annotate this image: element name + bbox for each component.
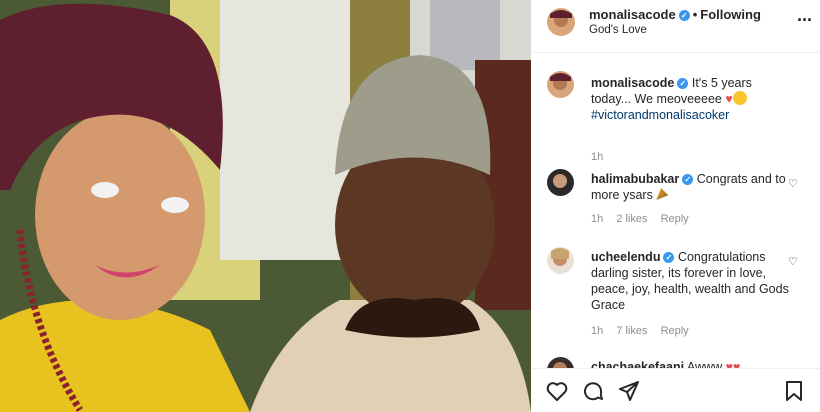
post-actions-bar — [531, 368, 820, 412]
avatar[interactable] — [547, 71, 574, 98]
caption: monalisacode ✓ It's 5 years today... We m… — [531, 71, 820, 163]
reply-button[interactable]: Reply — [661, 325, 689, 337]
caption-hashtag[interactable]: #victorandmonalisacoker — [591, 108, 729, 122]
verified-badge-icon: ✓ — [682, 174, 694, 185]
separator: • — [692, 7, 698, 22]
avatar[interactable] — [547, 247, 574, 274]
verified-badge-icon: ✓ — [678, 10, 690, 21]
caption-time[interactable]: 1h — [591, 151, 603, 163]
author-username[interactable]: monalisacode — [589, 7, 676, 22]
post-photo[interactable] — [0, 0, 531, 412]
comment-time[interactable]: 1h — [591, 325, 603, 337]
comments-list[interactable]: monalisacode ✓ It's 5 years today... We m… — [531, 54, 820, 368]
comment-body: chachaekefaani Awww ♥♥ — [591, 359, 791, 368]
following-button[interactable]: Following — [700, 7, 761, 22]
comment-likes[interactable]: 7 likes — [616, 325, 647, 337]
reply-button[interactable]: Reply — [661, 213, 689, 225]
like-comment-icon[interactable]: ♡ — [788, 255, 800, 268]
comment-meta: 1h 7 likes Reply — [591, 325, 699, 337]
verified-badge-icon: ✓ — [663, 252, 675, 263]
comment-body: halimabubakar ✓ Congrats and to more ysar… — [591, 171, 791, 203]
comment-text: Awww — [686, 360, 723, 368]
comment-likes[interactable]: 2 likes — [616, 213, 647, 225]
red-heart-emoji-icon: ♥ — [725, 92, 733, 106]
comment-body: ucheelendu ✓ Congratulations darling sist… — [591, 249, 791, 313]
avatar[interactable] — [547, 169, 574, 196]
post-details-panel: monalisacode ✓ • Following God's Love ··· m… — [531, 0, 820, 412]
red-heart-emoji-icon: ♥♥ — [725, 360, 741, 368]
comment-username[interactable]: halimabubakar — [591, 172, 679, 186]
comment-item: chachaekefaani Awww ♥♥ — [531, 357, 820, 368]
avatar[interactable] — [547, 357, 574, 368]
heart-icon[interactable] — [545, 379, 569, 403]
comment-username[interactable]: ucheelendu — [591, 250, 660, 264]
avatar[interactable] — [547, 8, 575, 36]
bookmark-icon[interactable] — [782, 379, 806, 403]
comment-icon[interactable] — [581, 379, 605, 403]
comment-username[interactable]: chachaekefaani — [591, 360, 684, 368]
share-icon[interactable] — [617, 379, 641, 403]
comment-time[interactable]: 1h — [591, 213, 603, 225]
caption-meta: 1h — [591, 151, 613, 163]
like-comment-icon[interactable]: ♡ — [788, 177, 800, 190]
comment-meta: 1h 2 likes Reply — [591, 213, 699, 225]
party-popper-emoji-icon — [656, 188, 669, 200]
post-photo-illustration — [0, 0, 531, 412]
post-author: monalisacode ✓ • Following — [589, 7, 761, 22]
post-location[interactable]: God's Love — [589, 24, 647, 36]
smiling-face-emoji-icon — [732, 91, 747, 105]
more-options-icon[interactable]: ··· — [797, 10, 813, 31]
comment-item: halimabubakar ✓ Congrats and to more ysar… — [531, 169, 820, 239]
caption-body: monalisacode ✓ It's 5 years today... We m… — [591, 75, 791, 123]
post-header: monalisacode ✓ • Following God's Love ··· — [531, 0, 820, 53]
comment-item: ucheelendu ✓ Congratulations darling sist… — [531, 247, 820, 347]
verified-badge-icon: ✓ — [677, 78, 689, 89]
caption-username[interactable]: monalisacode — [591, 76, 674, 90]
